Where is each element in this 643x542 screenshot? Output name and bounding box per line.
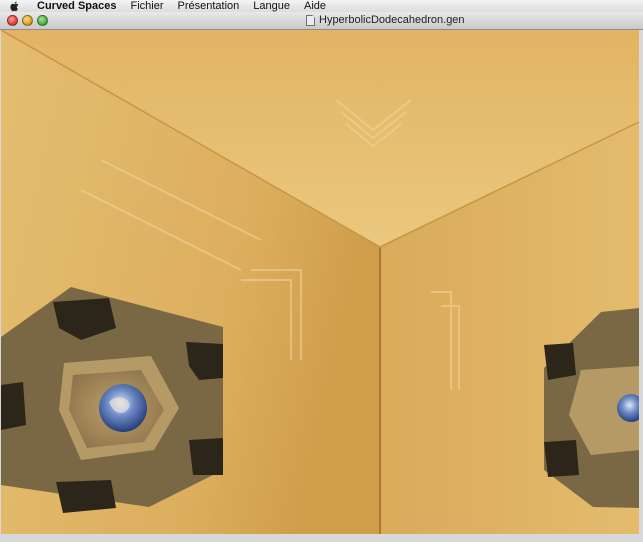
menu-app-name[interactable]: Curved Spaces: [30, 0, 123, 12]
apple-icon[interactable]: [0, 0, 30, 12]
close-button[interactable]: [7, 15, 18, 26]
window-title: HyperbolicDodecahedron.gen: [319, 14, 465, 26]
zoom-button[interactable]: [37, 15, 48, 26]
menu-bar: Curved Spaces Fichier Présentation Langu…: [0, 0, 643, 12]
3d-viewport[interactable]: [1, 30, 639, 534]
hyperbolic-dodecahedron-render[interactable]: [1, 30, 639, 534]
menu-langue[interactable]: Langue: [246, 0, 297, 12]
menu-fichier[interactable]: Fichier: [123, 0, 170, 12]
menu-aide[interactable]: Aide: [297, 0, 333, 12]
document-icon[interactable]: [306, 14, 315, 26]
minimize-button[interactable]: [22, 15, 33, 26]
menu-presentation[interactable]: Présentation: [171, 0, 247, 12]
portal-left: [1, 287, 223, 513]
window-titlebar[interactable]: HyperbolicDodecahedron.gen: [0, 12, 643, 30]
